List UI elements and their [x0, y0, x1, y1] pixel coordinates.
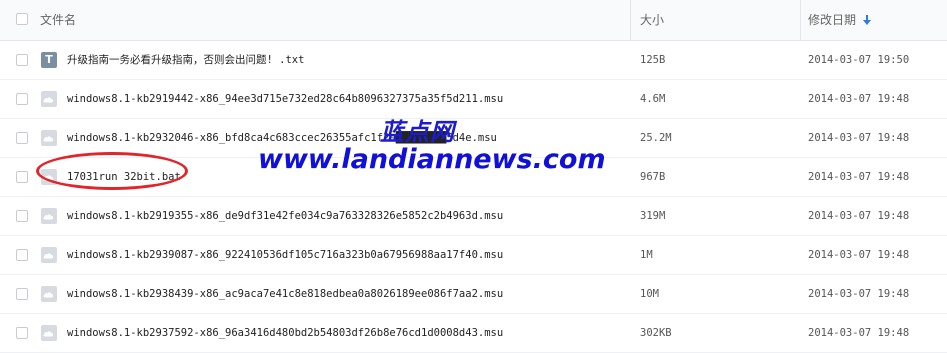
table-header: 文件名 大小 修改日期: [0, 0, 947, 41]
sort-down-arrow-icon[interactable]: [863, 14, 871, 26]
watermark-site-name: 蓝点网: [380, 117, 455, 146]
file-size: 10M: [640, 288, 659, 300]
file-size: 967B: [640, 171, 666, 183]
file-name-link[interactable]: 升级指南一务必看升级指南，否则会出问题! .txt: [67, 41, 304, 79]
row-checkbox[interactable]: [16, 171, 28, 183]
row-checkbox[interactable]: [16, 249, 28, 261]
file-name-link[interactable]: windows8.1-kb2919355-x86_de9df31e42fe034…: [67, 197, 503, 235]
file-modified-date: 2014-03-07 19:48: [808, 288, 910, 300]
column-header-name[interactable]: 文件名: [40, 0, 76, 40]
file-modified-date: 2014-03-07 19:50: [808, 54, 910, 66]
file-row[interactable]: windows8.1-kb2937592-x86_96a3416d480bd2b…: [0, 314, 947, 353]
row-checkbox[interactable]: [16, 210, 28, 222]
cloud-file-icon: [41, 286, 57, 302]
file-row[interactable]: windows8.1-kb2919355-x86_de9df31e42fe034…: [0, 197, 947, 236]
cloud-file-icon: [41, 247, 57, 263]
cloud-file-icon: [41, 130, 57, 146]
text-file-icon: [41, 52, 57, 68]
watermark-url: www.landiannews.com: [258, 144, 606, 175]
column-header-date[interactable]: 修改日期: [808, 0, 856, 40]
file-name-link[interactable]: windows8.1-kb2938439-x86_ac9aca7e41c8e81…: [67, 275, 503, 313]
file-size: 302KB: [640, 327, 672, 339]
row-checkbox[interactable]: [16, 132, 28, 144]
file-size: 319M: [640, 210, 666, 222]
file-modified-date: 2014-03-07 19:48: [808, 132, 910, 144]
file-modified-date: 2014-03-07 19:48: [808, 327, 910, 339]
column-header-size[interactable]: 大小: [640, 0, 664, 40]
highlight-circle-annotation: [36, 152, 188, 190]
select-all-checkbox[interactable]: [16, 13, 28, 25]
column-divider[interactable]: [630, 0, 631, 40]
file-name-link[interactable]: windows8.1-kb2939087-x86_922410536df105c…: [67, 236, 503, 274]
row-checkbox[interactable]: [16, 288, 28, 300]
row-checkbox[interactable]: [16, 54, 28, 66]
column-divider[interactable]: [800, 0, 801, 40]
file-size: 25.2M: [640, 132, 672, 144]
cloud-file-icon: [41, 325, 57, 341]
file-modified-date: 2014-03-07 19:48: [808, 210, 910, 222]
file-modified-date: 2014-03-07 19:48: [808, 93, 910, 105]
file-rows: 升级指南一务必看升级指南，否则会出问题! .txt 125B 2014-03-07 …: [0, 41, 947, 353]
file-size: 125B: [640, 54, 666, 66]
row-checkbox[interactable]: [16, 93, 28, 105]
file-name-link[interactable]: windows8.1-kb2937592-x86_96a3416d480bd2b…: [67, 314, 503, 352]
cloud-file-icon: [41, 91, 57, 107]
file-row[interactable]: windows8.1-kb2939087-x86_922410536df105c…: [0, 236, 947, 275]
file-size: 4.6M: [640, 93, 666, 105]
cloud-file-icon: [41, 208, 57, 224]
file-modified-date: 2014-03-07 19:48: [808, 249, 910, 261]
file-row[interactable]: windows8.1-kb2938439-x86_ac9aca7e41c8e81…: [0, 275, 947, 314]
file-modified-date: 2014-03-07 19:48: [808, 171, 910, 183]
row-checkbox[interactable]: [16, 327, 28, 339]
file-row[interactable]: windows8.1-kb2919442-x86_94ee3d715e732ed…: [0, 80, 947, 119]
file-size: 1M: [640, 249, 653, 261]
file-row[interactable]: 升级指南一务必看升级指南，否则会出问题! .txt 125B 2014-03-07 …: [0, 41, 947, 80]
